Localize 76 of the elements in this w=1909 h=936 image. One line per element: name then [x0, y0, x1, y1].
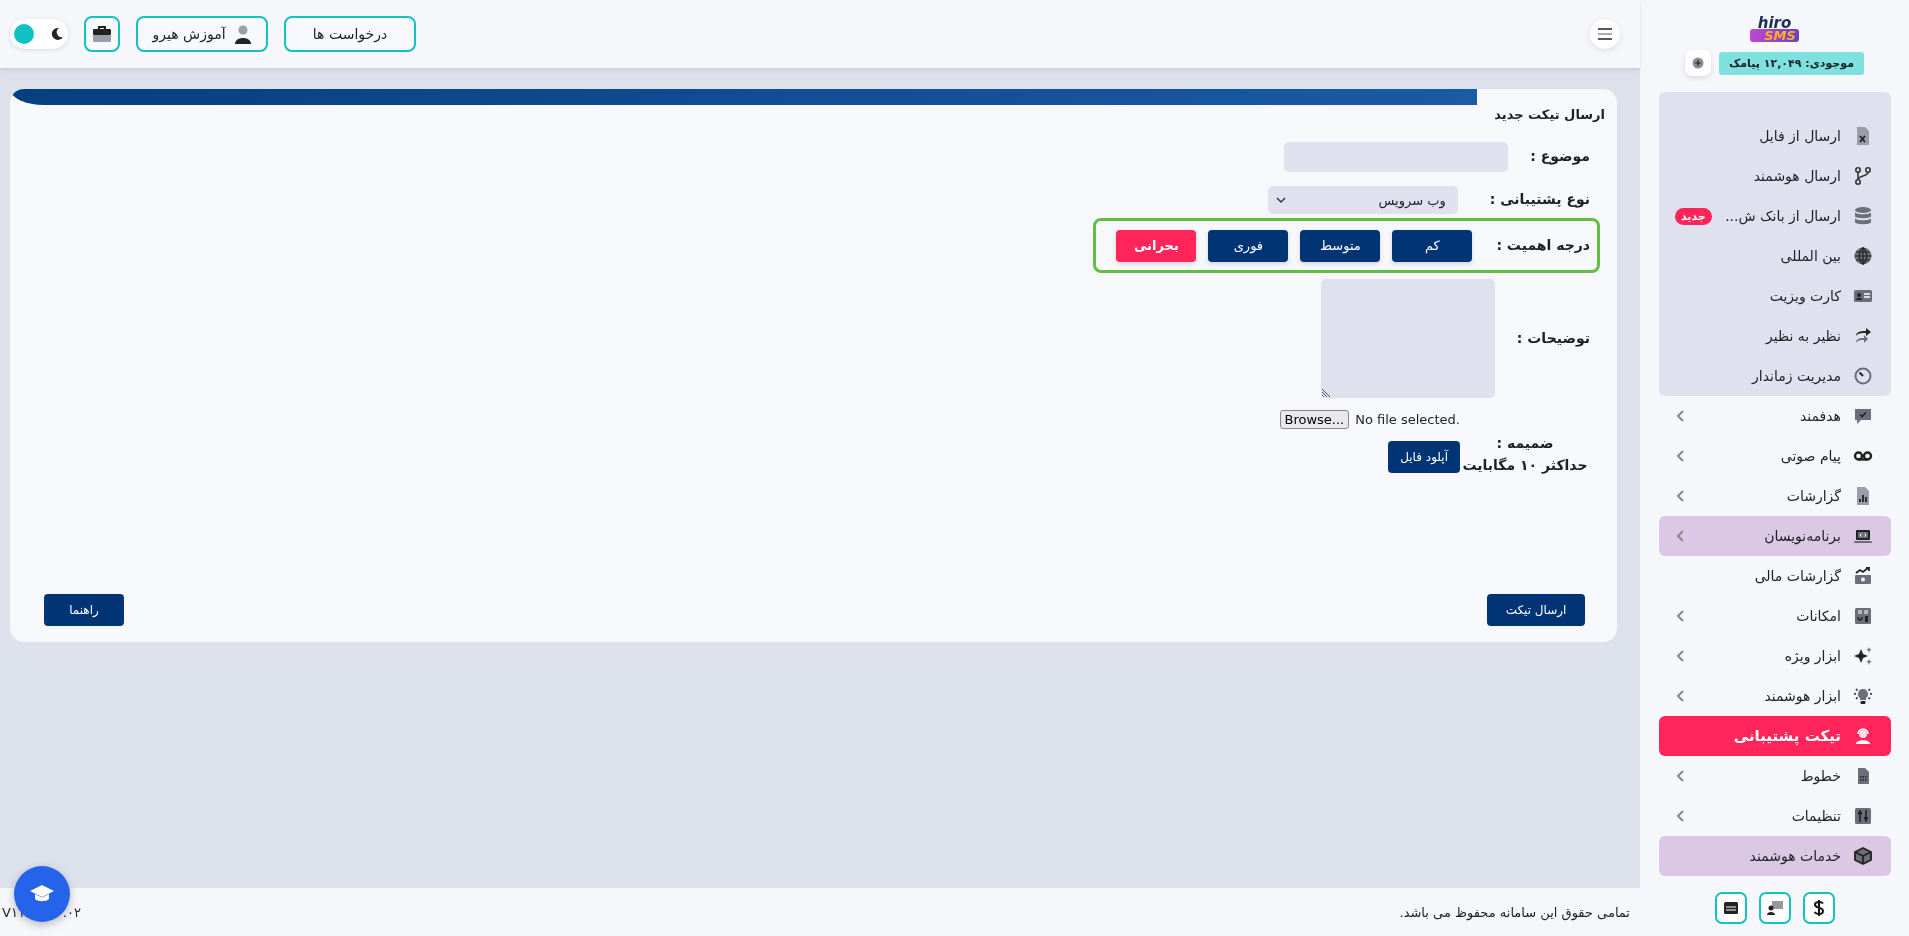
requests-button[interactable]: درخواست ها — [284, 16, 416, 52]
submenu-item[interactable]: ارسال از بانک ش... جدید — [1659, 196, 1891, 236]
chat-check-icon — [1853, 406, 1873, 426]
menu-icon — [1598, 28, 1612, 40]
field-label: ضمیمه : — [1496, 435, 1554, 451]
theme-toggle[interactable] — [10, 19, 68, 49]
sidebar-item[interactable]: پیام صوتی — [1659, 436, 1891, 476]
size-hint: حداکثر ۱۰ مگابایت — [1462, 457, 1588, 473]
sidebar-item[interactable]: گزارشات مالی — [1659, 556, 1891, 596]
priority-button[interactable]: متوسط — [1300, 229, 1381, 262]
share-arrows-icon — [1853, 326, 1873, 346]
briefcase-icon — [92, 25, 112, 43]
plus-icon — [1692, 57, 1705, 69]
sidebar-item[interactable]: هدفمند — [1659, 396, 1891, 436]
upload-button[interactable]: آپلود فایل — [1388, 441, 1460, 473]
submenu-item[interactable]: مدیریت زماندار — [1659, 356, 1891, 396]
chevron-down-icon — [1275, 196, 1286, 204]
sidebar-item[interactable]: امکانات — [1659, 596, 1891, 636]
sidebar-item[interactable]: برنامه‌نویسان — [1659, 516, 1891, 556]
globe-icon — [1853, 246, 1873, 266]
version-text: .۰۲ — [62, 904, 81, 920]
dollar-icon — [1811, 899, 1826, 917]
branch-icon — [1853, 166, 1873, 186]
sliders-icon — [1853, 806, 1873, 826]
person-icon — [233, 24, 252, 44]
field-label: توضیحات : — [1516, 328, 1590, 349]
resize-handle-icon — [1322, 387, 1332, 397]
calculator-icon — [1853, 606, 1873, 626]
priority-button[interactable]: کم — [1392, 229, 1473, 262]
briefcase-button[interactable] — [84, 16, 120, 52]
submenu-item[interactable]: ارسال از فایل — [1659, 116, 1891, 156]
copyright-text: تمامی حقوق این سامانه محفوظ می باشد. — [1399, 904, 1630, 920]
submenu-item[interactable]: بین المللی — [1659, 236, 1891, 276]
priority-button[interactable]: فوری — [1208, 229, 1289, 262]
balance-badge: موجودی: ۱۲,۰۴۹ پیامک — [1719, 51, 1864, 75]
sidebar-item[interactable]: گزارشات — [1659, 476, 1891, 516]
file-status: No file selected. — [1355, 412, 1460, 427]
submenu-item[interactable]: کارت ویزیت — [1659, 276, 1891, 316]
sidebar-item[interactable]: تیکت پشتیبانی — [1659, 716, 1891, 756]
description-field[interactable] — [1321, 279, 1495, 398]
submit-ticket-button[interactable]: ارسال تیکت — [1487, 594, 1585, 626]
moon-icon — [50, 27, 64, 41]
new-badge: جدید — [1675, 207, 1712, 225]
submenu-item[interactable]: نظیر به نظیر — [1659, 316, 1891, 356]
logo-text: hiro — [1757, 16, 1792, 31]
money-chart-icon — [1853, 566, 1873, 586]
submenu-item[interactable]: ارسال هوشمند — [1659, 156, 1891, 196]
headset-person-icon — [1853, 726, 1873, 746]
presenter-icon — [1765, 900, 1784, 916]
field-label: درجه اهمیت : — [1496, 235, 1590, 255]
browser-window-icon — [1722, 901, 1739, 915]
sidebar-item[interactable]: تنظیمات — [1659, 796, 1891, 836]
field-label: موضوع : — [1529, 147, 1590, 167]
tutorial-button[interactable]: آموزش هیرو — [136, 16, 268, 52]
field-label: نوع پشتیبانی : — [1489, 190, 1590, 210]
support-type-dropdown[interactable]: وب سرویس — [1267, 186, 1458, 214]
sidebar-item[interactable]: خدمات هوشمند — [1659, 836, 1891, 876]
lightbulb-icon — [1853, 686, 1873, 706]
help-button[interactable]: راهنما — [44, 594, 124, 626]
subject-field[interactable] — [1284, 142, 1508, 172]
browse-button[interactable]: Browse... — [1279, 410, 1350, 429]
cube-icon — [1853, 846, 1873, 866]
sidebar-item[interactable]: ابزار ویژه — [1659, 636, 1891, 676]
dollar-button[interactable] — [1802, 892, 1835, 924]
sidebar-item[interactable]: خطوط — [1659, 756, 1891, 796]
priority-button[interactable]: بحرانی — [1116, 229, 1197, 262]
sparkle-icon — [1853, 646, 1873, 666]
menu-button[interactable] — [1590, 19, 1620, 49]
card-title: ارسال تیکت جدید — [1494, 107, 1605, 122]
sidebar-item[interactable]: ابزار هوشمند — [1659, 676, 1891, 716]
presenter-button[interactable] — [1758, 892, 1791, 924]
database-icon — [1853, 206, 1873, 226]
browser-window-button[interactable] — [1714, 892, 1747, 924]
logo-badge: SMS — [1750, 29, 1799, 42]
timer-icon — [1853, 366, 1873, 386]
add-credit-button[interactable] — [1685, 50, 1712, 76]
